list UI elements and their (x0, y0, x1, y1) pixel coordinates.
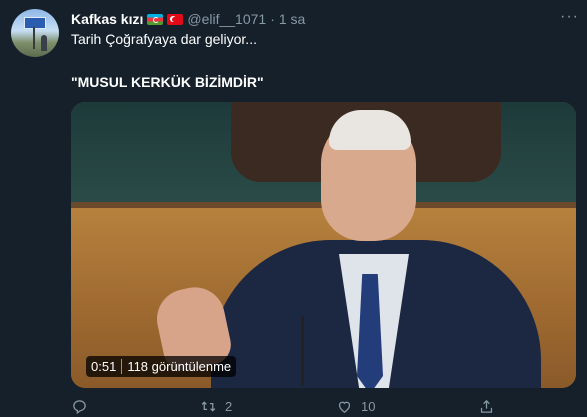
like-count: 10 (361, 399, 376, 414)
separator-dot: · (270, 11, 275, 27)
like-button[interactable]: 10 (336, 398, 375, 415)
avatar[interactable] (11, 9, 59, 57)
reply-icon (73, 400, 86, 415)
more-dots-icon[interactable]: ··· (560, 8, 579, 26)
author-name[interactable]: Kafkas kızı (71, 11, 143, 27)
tweet-header: Kafkas kızı @elif__1071 · 1 sa (71, 10, 305, 28)
turkey-flag-icon (167, 13, 184, 25)
retweet-icon (201, 401, 216, 412)
retweet-count: 2 (225, 399, 233, 414)
azerbaijan-flag-icon (147, 13, 164, 25)
avatar-pole (33, 27, 35, 49)
retweet-button[interactable]: 2 (200, 398, 232, 415)
heart-icon (338, 401, 351, 413)
author-handle[interactable]: @elif__1071 (187, 11, 266, 27)
video-views: 118 görüntülenme (127, 359, 232, 374)
tweet-actions: 2 10 (0, 398, 587, 417)
avatar-sign (24, 17, 46, 29)
video-microphone (301, 316, 304, 386)
video-info-overlay: 0:51 118 görüntülenme (86, 356, 237, 377)
share-icon (480, 399, 493, 413)
video-duration: 0:51 (91, 359, 117, 374)
share-button[interactable] (478, 398, 495, 415)
tweet-text-line1: Tarih Çoğrafyaya dar geliyor... (71, 31, 257, 47)
reply-button[interactable] (71, 398, 96, 415)
tweet-text-line2: "MUSUL KERKÜK BİZİMDİR" (71, 74, 264, 90)
video-speaker-hair (329, 110, 411, 150)
video-player[interactable]: 0:51 118 görüntülenme (71, 102, 576, 388)
avatar-person (41, 35, 47, 51)
tweet-timestamp[interactable]: 1 sa (279, 11, 305, 27)
